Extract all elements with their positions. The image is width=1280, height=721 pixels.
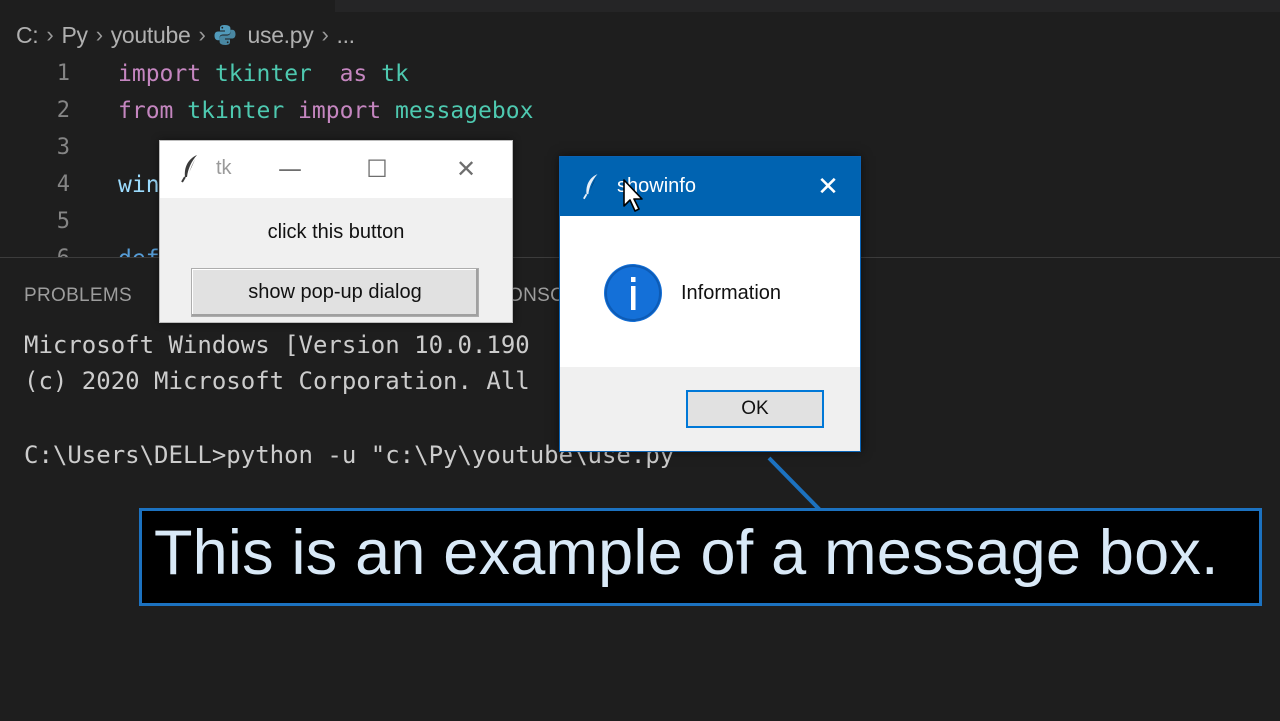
tk-titlebar[interactable]: tk — ☐ ✕ bbox=[160, 141, 512, 198]
tab-debug-console[interactable]: ONSC bbox=[508, 285, 564, 307]
line-number: 3 bbox=[56, 135, 70, 160]
line-number: 5 bbox=[56, 209, 70, 234]
code-token: messagebox bbox=[394, 97, 534, 124]
python-file-icon bbox=[214, 25, 235, 45]
tk-label: click this button bbox=[267, 221, 405, 243]
chevron-right-icon: › bbox=[321, 22, 329, 47]
code-token: as bbox=[311, 60, 382, 87]
breadcrumb-item-drive[interactable]: C: bbox=[16, 22, 39, 49]
code-text: import tkinter as tk bbox=[118, 61, 409, 87]
caption-text: This is an example of a message box. bbox=[154, 518, 1219, 588]
chevron-right-icon: › bbox=[198, 22, 206, 47]
code-token: tk bbox=[381, 60, 409, 87]
minimize-button[interactable]: — bbox=[270, 153, 310, 185]
terminal-line: Microsoft Windows [Version 10.0.190 bbox=[24, 331, 530, 359]
breadcrumb-item-more[interactable]: ... bbox=[337, 22, 356, 49]
terminal-line: (c) 2020 Microsoft Corporation. All bbox=[24, 367, 530, 395]
maximize-button[interactable]: ☐ bbox=[357, 153, 397, 185]
code-token: tkinter bbox=[187, 97, 285, 124]
chevron-right-icon: › bbox=[95, 22, 103, 47]
code-text: win bbox=[118, 172, 160, 198]
tab-problems[interactable]: PROBLEMS bbox=[24, 285, 132, 307]
code-token: import bbox=[284, 97, 395, 124]
dialog-message: Information bbox=[681, 282, 782, 304]
code-token: from bbox=[118, 97, 174, 124]
code-text: from tkinter import messagebox bbox=[118, 98, 533, 124]
mouse-cursor-icon bbox=[623, 179, 643, 212]
close-button[interactable]: ✕ bbox=[446, 153, 486, 185]
tk-window-title: tk bbox=[216, 157, 232, 179]
close-button[interactable]: ✕ bbox=[810, 169, 846, 205]
dialog-titlebar[interactable]: showinfo ✕ bbox=[560, 157, 860, 216]
code-text: def bbox=[118, 246, 160, 258]
chevron-right-icon: › bbox=[46, 22, 54, 47]
breadcrumb-item-file[interactable]: use.py bbox=[248, 22, 314, 49]
feather-icon bbox=[181, 155, 197, 183]
line-number: 1 bbox=[56, 61, 70, 86]
code-token: import bbox=[118, 60, 202, 87]
info-icon bbox=[604, 264, 662, 322]
showinfo-dialog: showinfo ✕ Information OK bbox=[559, 156, 861, 452]
tab-strip bbox=[335, 0, 1280, 12]
show-popup-button[interactable]: show pop-up dialog bbox=[191, 268, 479, 317]
tk-window: tk — ☐ ✕ click this button show pop-up d… bbox=[159, 140, 513, 323]
line-number: 4 bbox=[56, 172, 70, 197]
ok-button[interactable]: OK bbox=[686, 390, 824, 428]
caption-callout: This is an example of a message box. bbox=[139, 508, 1262, 606]
breadcrumb: C: › Py › youtube › use.py › ... bbox=[16, 20, 355, 50]
code-token: win bbox=[118, 171, 160, 198]
line-number: 6 bbox=[40, 246, 70, 257]
line-number: 2 bbox=[56, 98, 70, 123]
code-token: def bbox=[118, 246, 160, 258]
feather-icon bbox=[583, 174, 598, 200]
breadcrumb-item-py[interactable]: Py bbox=[61, 22, 88, 49]
code-token: tkinter bbox=[214, 60, 312, 87]
breadcrumb-item-youtube[interactable]: youtube bbox=[111, 22, 191, 49]
